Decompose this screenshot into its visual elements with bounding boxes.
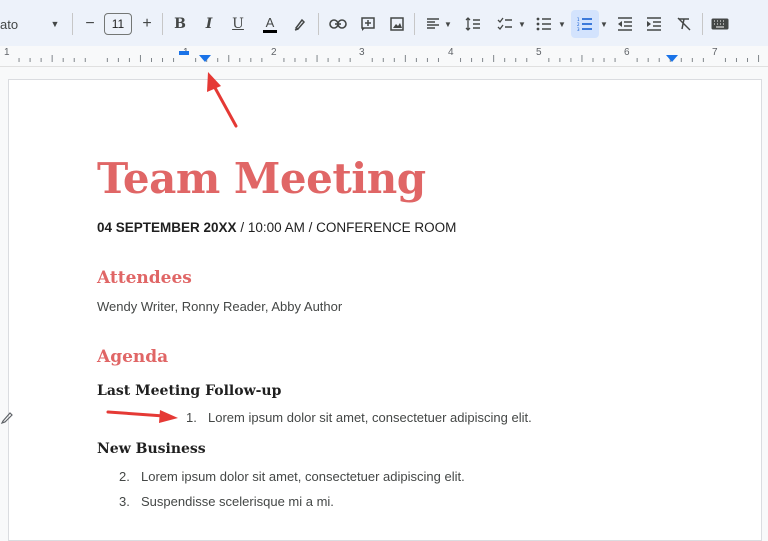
- increase-font-size-button[interactable]: +: [137, 12, 157, 36]
- agenda-heading: Agenda: [97, 347, 169, 367]
- attendees-heading: Attendees: [97, 268, 192, 288]
- numbered-list-button[interactable]: 123: [574, 12, 596, 36]
- bulleted-list-button[interactable]: [533, 12, 555, 36]
- underline-button[interactable]: U: [227, 12, 249, 36]
- svg-text:3: 3: [577, 27, 580, 31]
- align-button[interactable]: [422, 12, 444, 36]
- toolbar-divider: [72, 13, 73, 35]
- font-family-value: ato: [0, 16, 19, 32]
- clear-formatting-button[interactable]: [673, 12, 695, 36]
- chevron-down-icon[interactable]: ▼: [50, 12, 60, 36]
- list-item: 3. Suspendisse scelerisque mi a mi.: [119, 494, 334, 509]
- keyboard-icon: [711, 18, 729, 30]
- link-icon: [329, 19, 347, 29]
- clear-formatting-icon: [677, 17, 691, 31]
- list-item-text: Lorem ipsum dolor sit amet, consectetuer…: [141, 469, 465, 484]
- chevron-down-icon[interactable]: ▼: [558, 12, 566, 36]
- list-number: 3.: [119, 494, 130, 509]
- list-number: 1.: [186, 410, 197, 425]
- meeting-details: 04 SEPTEMBER 20XX / 10:00 AM / CONFERENC…: [97, 220, 456, 235]
- document-page[interactable]: Team Meeting 04 SEPTEMBER 20XX / 10:00 A…: [8, 79, 762, 541]
- text-color-button[interactable]: A: [259, 12, 281, 36]
- decrease-indent-icon: [618, 17, 632, 31]
- decrease-indent-button[interactable]: [614, 12, 636, 36]
- text-color-swatch: [263, 29, 277, 33]
- numbered-list-icon: 123: [577, 17, 592, 31]
- right-indent-marker[interactable]: [666, 55, 678, 63]
- underline-icon: U: [232, 16, 244, 32]
- insert-image-button[interactable]: [386, 12, 408, 36]
- toolbar-divider: [414, 13, 415, 35]
- attendees-list: Wendy Writer, Ronny Reader, Abby Author: [97, 299, 343, 314]
- toolbar-divider: [702, 13, 703, 35]
- ruler-number: 1: [4, 47, 10, 58]
- bold-button[interactable]: B: [169, 12, 191, 36]
- decrease-font-size-button[interactable]: −: [80, 12, 100, 36]
- list-item-text: Suspendisse scelerisque mi a mi.: [141, 494, 334, 509]
- line-spacing-icon: [465, 17, 480, 31]
- italic-icon: I: [205, 16, 213, 32]
- ruler-number: 2: [271, 47, 277, 58]
- ruler-number: 7: [712, 47, 718, 58]
- checklist-button[interactable]: [494, 12, 516, 36]
- chevron-down-icon[interactable]: ▼: [444, 12, 452, 36]
- align-left-icon: [427, 18, 439, 29]
- toolbar-divider: [318, 13, 319, 35]
- list-item: 1. Lorem ipsum dolor sit amet, consectetu…: [186, 410, 532, 425]
- minus-icon: −: [85, 15, 95, 32]
- highlighter-icon: [294, 18, 306, 31]
- ruler-number: 3: [359, 47, 365, 58]
- plus-icon: +: [142, 15, 152, 32]
- list-item-text: Lorem ipsum dolor sit amet, consectetuer…: [208, 410, 532, 425]
- input-tools-button[interactable]: [709, 12, 731, 36]
- italic-button[interactable]: I: [198, 12, 220, 36]
- add-comment-icon: [361, 17, 375, 31]
- font-size-value: 11: [111, 17, 125, 31]
- image-icon: [390, 17, 404, 31]
- text-color-icon: A: [265, 14, 275, 30]
- bold-icon: B: [174, 16, 186, 32]
- insert-comment-button[interactable]: [357, 12, 379, 36]
- insert-link-button[interactable]: [327, 12, 349, 36]
- bulleted-list-icon: [536, 17, 551, 31]
- line-spacing-button[interactable]: [462, 12, 484, 36]
- section-heading: New Business: [97, 441, 206, 457]
- section-heading: Last Meeting Follow-up: [97, 383, 282, 399]
- toolbar-divider: [162, 13, 163, 35]
- first-line-indent-marker[interactable]: [179, 51, 189, 55]
- edit-pencil-icon[interactable]: [0, 410, 14, 424]
- chevron-down-icon[interactable]: ▼: [600, 12, 608, 36]
- formatting-toolbar: ato ▼ − 11 + B I U A ▼ ▼ ▼ 123 ▼: [0, 0, 768, 46]
- horizontal-ruler[interactable]: 1 1 2 3 4 5 6 7: [0, 46, 768, 67]
- meeting-date: 04 SEPTEMBER 20XX: [97, 220, 237, 235]
- ruler-number: 4: [448, 47, 454, 58]
- list-number: 2.: [119, 469, 130, 484]
- ruler-number: 6: [624, 47, 630, 58]
- chevron-down-icon[interactable]: ▼: [518, 12, 526, 36]
- meeting-time-location: / 10:00 AM / CONFERENCE ROOM: [236, 220, 457, 235]
- increase-indent-icon: [647, 17, 661, 31]
- checklist-icon: [497, 17, 512, 30]
- increase-indent-button[interactable]: [643, 12, 665, 36]
- document-title: Team Meeting: [97, 154, 426, 203]
- ruler-ticks: [18, 55, 760, 62]
- highlight-color-button[interactable]: [289, 12, 311, 36]
- list-item: 2. Lorem ipsum dolor sit amet, consectetu…: [119, 469, 465, 484]
- ruler-number: 5: [536, 47, 542, 58]
- font-size-input[interactable]: 11: [104, 13, 132, 35]
- left-indent-marker[interactable]: [199, 55, 211, 63]
